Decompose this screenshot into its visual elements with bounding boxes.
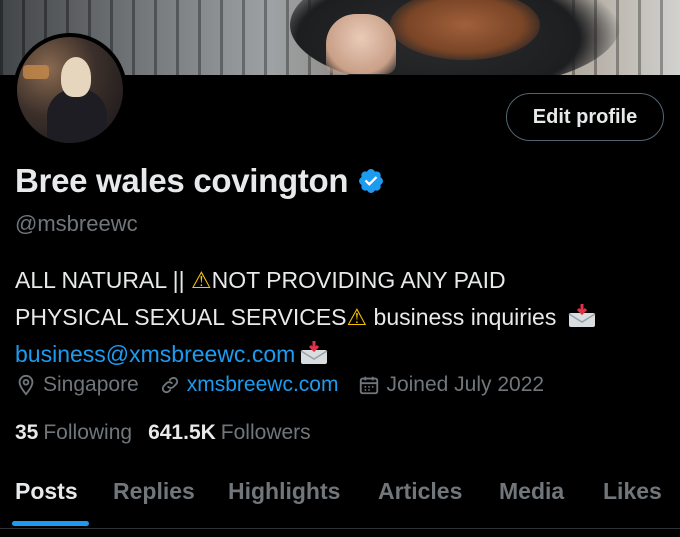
bio-text-1: ALL NATURAL || bbox=[15, 267, 191, 293]
following-count: 35 bbox=[15, 421, 39, 444]
incoming-envelope-icon bbox=[568, 304, 596, 327]
avatar-figure-body bbox=[47, 89, 107, 143]
avatar-background-light bbox=[23, 65, 49, 79]
profile-bio: ALL NATURAL || ⚠NOT PROVIDING ANY PAID P… bbox=[15, 262, 665, 372]
location-text: Singapore bbox=[43, 373, 139, 396]
calendar-icon bbox=[360, 376, 379, 395]
bio-text-3: PHYSICAL SEXUAL SERVICES bbox=[15, 304, 347, 330]
joined-date-text: Joined July 2022 bbox=[386, 373, 545, 396]
following-link[interactable]: 35 Following bbox=[15, 421, 132, 445]
bio-text-2: NOT PROVIDING ANY PAID bbox=[211, 267, 506, 293]
location-item: Singapore bbox=[15, 373, 139, 397]
profile-name-row: Bree wales covington bbox=[15, 162, 385, 200]
banner-hand bbox=[326, 14, 396, 74]
tab-likes[interactable]: Likes bbox=[603, 478, 662, 505]
avatar-figure-hair bbox=[61, 57, 91, 97]
followers-link[interactable]: 641.5K Followers bbox=[148, 421, 311, 445]
avatar[interactable] bbox=[13, 33, 127, 147]
link-icon bbox=[161, 376, 178, 394]
joined-item: Joined July 2022 bbox=[358, 373, 544, 397]
website-link[interactable]: xmsbreewc.com bbox=[187, 373, 339, 397]
active-tab-indicator bbox=[12, 521, 89, 526]
profile-meta: Singapore xmsbreewc.com Joined July 2022 bbox=[15, 373, 564, 397]
display-name: Bree wales covington bbox=[15, 162, 349, 199]
followers-label: Followers bbox=[220, 421, 311, 444]
follow-stats: 35 Following 641.5K Followers bbox=[15, 421, 327, 445]
tab-media[interactable]: Media bbox=[499, 478, 564, 505]
followers-count: 641.5K bbox=[148, 421, 216, 444]
bio-text-4: business inquiries bbox=[367, 304, 563, 330]
tab-posts[interactable]: Posts bbox=[15, 478, 78, 505]
tab-highlights[interactable]: Highlights bbox=[228, 478, 340, 505]
edit-profile-button[interactable]: Edit profile bbox=[506, 93, 664, 141]
profile-handle: @msbreewc bbox=[15, 211, 138, 236]
verified-badge-icon[interactable] bbox=[357, 167, 385, 195]
website-item[interactable]: xmsbreewc.com bbox=[159, 373, 339, 397]
following-label: Following bbox=[43, 421, 133, 444]
tab-articles[interactable]: Articles bbox=[378, 478, 462, 505]
incoming-envelope-icon bbox=[300, 341, 328, 364]
tabs-divider bbox=[0, 528, 680, 529]
bio-email-link[interactable]: business@xmsbreewc.com bbox=[15, 341, 295, 367]
location-pin-icon bbox=[18, 374, 34, 396]
warning-icon: ⚠ bbox=[190, 268, 212, 294]
warning-icon: ⚠ bbox=[346, 305, 368, 331]
tab-replies[interactable]: Replies bbox=[113, 478, 195, 505]
profile-tabs: Posts Replies Highlights Articles Media … bbox=[0, 478, 680, 530]
